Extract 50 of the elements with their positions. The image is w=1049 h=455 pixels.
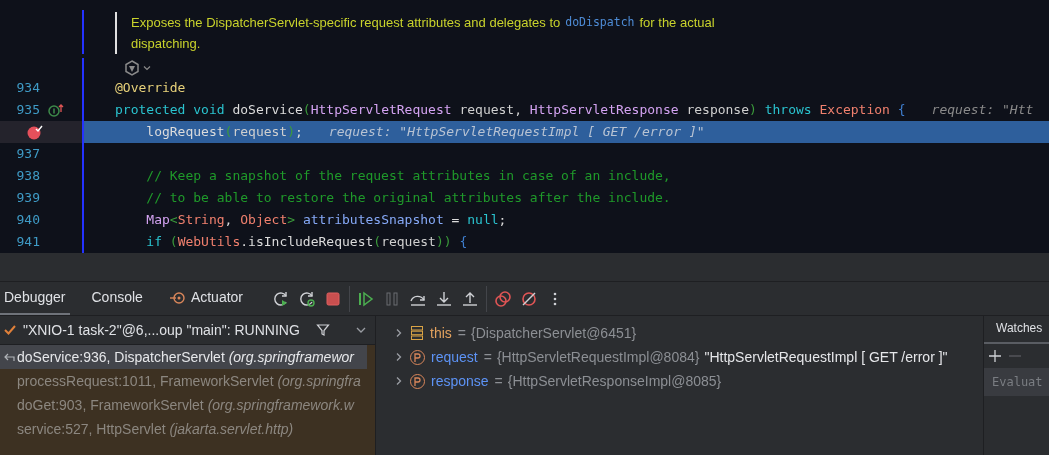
variable-value: {HttpServletRequestImpl@8084} bbox=[496, 347, 700, 367]
line-number: 938 bbox=[16, 168, 40, 184]
code-line: // Keep a snapshot of the request attributes in case of an include, bbox=[145, 167, 671, 186]
variable-name: this bbox=[430, 323, 452, 343]
code-line: logRequest(request); bbox=[145, 123, 303, 142]
panel-tab[interactable]: Console bbox=[87, 282, 147, 315]
code-line: // to be able to restore the original attributes after the include. bbox=[145, 189, 671, 208]
equals-sign: = bbox=[483, 347, 492, 367]
inline-value-hint: request: "HttpServletRequestImpl [ GET /error ]" bbox=[328, 123, 705, 142]
ai-assistant-icon[interactable] bbox=[124, 59, 140, 76]
evaluate-field[interactable]: Evaluat bbox=[984, 368, 1049, 396]
doc-text: Exposes the DispatcherServlet-specific request attributes and delegates to bbox=[131, 14, 561, 32]
variable-value: {HttpServletResponseImpl@8085} bbox=[507, 371, 722, 391]
equals-sign: = bbox=[457, 323, 466, 343]
variable-name: request bbox=[431, 347, 478, 367]
stack-icon bbox=[410, 325, 424, 341]
return-arrow-icon bbox=[2, 351, 15, 363]
equals-sign: = bbox=[494, 371, 503, 391]
breakpoint-icon[interactable] bbox=[27, 124, 43, 140]
variable-name: response bbox=[431, 371, 489, 391]
implements-icon[interactable] bbox=[48, 103, 64, 117]
check-icon bbox=[3, 323, 17, 337]
variable-value: {DispatcherServlet@6451} bbox=[471, 323, 637, 343]
line-number: 941 bbox=[16, 234, 40, 250]
expand-chevron-icon[interactable] bbox=[394, 352, 404, 362]
expand-chevron-icon[interactable] bbox=[394, 376, 404, 386]
code-line: Map<String, Object> attributesSnapshot = null; bbox=[145, 211, 507, 230]
thread-selector[interactable]: "XNIO-1 task-2"@6,...oup "main": RUNNING bbox=[23, 319, 300, 341]
actuator-icon bbox=[168, 289, 185, 306]
line-number: 935 bbox=[16, 102, 40, 118]
line-number: 934 bbox=[16, 80, 40, 96]
line-number: 939 bbox=[16, 190, 40, 206]
code-reference[interactable]: doDispatch bbox=[565, 12, 635, 33]
code-line: @Override bbox=[115, 79, 186, 98]
watches-tab[interactable]: Watches bbox=[996, 319, 1043, 342]
filter-icon[interactable] bbox=[315, 323, 330, 337]
stack-frame[interactable]: doService:936, DispatcherServlet (org.springframewor bbox=[0, 345, 367, 369]
line-number: 940 bbox=[16, 212, 40, 228]
panel-tab[interactable]: Actuator bbox=[164, 282, 247, 315]
add-watch-button[interactable] bbox=[988, 349, 1002, 363]
string-value: "HttpServletRequestImpl [ GET /error ]" bbox=[704, 347, 948, 367]
code-line: protected void doService(HttpServletRequest request, HttpServletResponse response) throws Exception { bbox=[115, 101, 906, 120]
doc-text: dispatching. bbox=[131, 35, 201, 53]
plus-icon bbox=[988, 349, 1002, 363]
doc-text: for the actual bbox=[639, 14, 715, 32]
line-number: 937 bbox=[16, 146, 40, 162]
expand-chevron-icon[interactable] bbox=[394, 328, 404, 338]
code-line: if (WebUtils.isIncludeRequest(request)) { bbox=[145, 233, 468, 252]
inline-value-hint: request: "Htt bbox=[931, 101, 1034, 120]
panel-tab[interactable]: Debugger bbox=[0, 282, 70, 315]
